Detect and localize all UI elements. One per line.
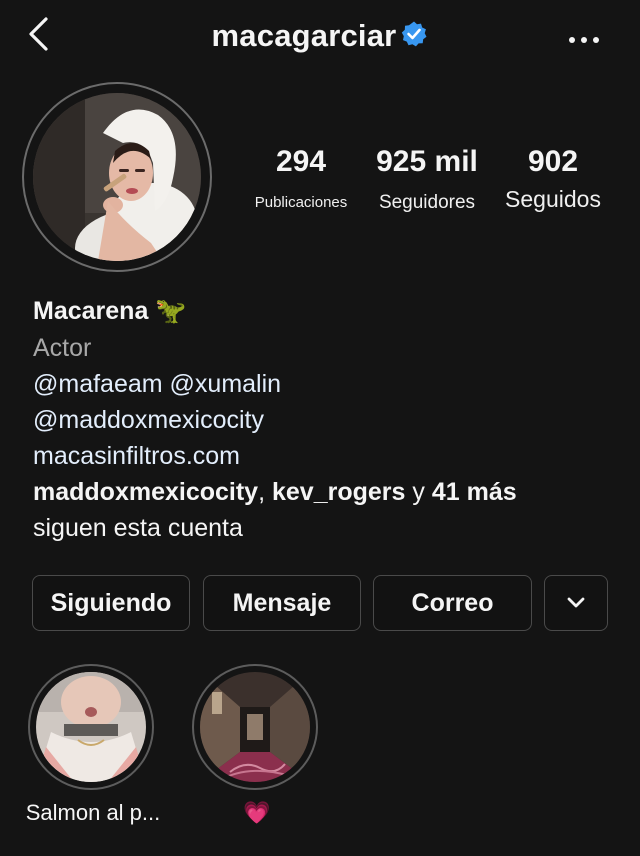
message-button[interactable]: Mensaje: [203, 575, 361, 631]
followed-by-conjunction: y: [405, 478, 432, 506]
followed-by-user-2[interactable]: kev_rogers: [272, 478, 405, 506]
profile-avatar[interactable]: [33, 93, 201, 261]
highlight-label: 💗: [243, 800, 271, 825]
followers-label[interactable]: Seguidores: [368, 192, 486, 214]
chevron-down-icon: [567, 597, 585, 608]
followed-by-user-1[interactable]: maddoxmexicocity: [33, 478, 258, 506]
verified-badge-icon: [400, 20, 428, 48]
following-count[interactable]: 902: [494, 145, 612, 179]
email-button[interactable]: Correo: [373, 575, 532, 631]
following-button-label: Siguiendo: [50, 588, 172, 617]
email-button-label: Correo: [411, 588, 494, 617]
display-name-text: Macarena: [33, 297, 149, 325]
following-label[interactable]: Seguidos: [494, 186, 612, 213]
dinosaur-emoji: 🦖: [155, 297, 187, 325]
message-button-label: Mensaje: [232, 588, 332, 617]
bio-mentions-line[interactable]: @mafaeam @xumalin: [33, 369, 281, 399]
highlight-label: Salmon al p...: [25, 800, 161, 825]
posts-label: Publicaciones: [254, 194, 348, 211]
username: macagarciar: [211, 18, 397, 53]
followed-by-line[interactable]: maddoxmexicocity, kev_rogers y 41 más: [33, 477, 517, 507]
following-button[interactable]: Siguiendo: [32, 575, 190, 631]
header-title: macagarciar: [0, 18, 640, 54]
followed-by-more[interactable]: 41 más: [432, 478, 517, 506]
suggested-dropdown-button[interactable]: [544, 575, 608, 631]
more-horizontal-icon: [569, 37, 599, 43]
highlight-thumbnail[interactable]: [200, 672, 310, 782]
followed-by-separator: ,: [258, 478, 272, 506]
display-name: Macarena 🦖: [33, 296, 186, 326]
bio-mention-line[interactable]: @maddoxmexicocity: [33, 405, 264, 435]
profile-category: Actor: [33, 334, 92, 362]
posts-count: 294: [275, 145, 327, 178]
followed-by-suffix: siguen esta cuenta: [33, 514, 243, 542]
followers-count[interactable]: 925 mil: [368, 145, 486, 179]
highlight-thumbnail[interactable]: [36, 672, 146, 782]
bio-website-link[interactable]: macasinfiltros.com: [33, 441, 240, 471]
more-options-button[interactable]: [562, 22, 606, 58]
